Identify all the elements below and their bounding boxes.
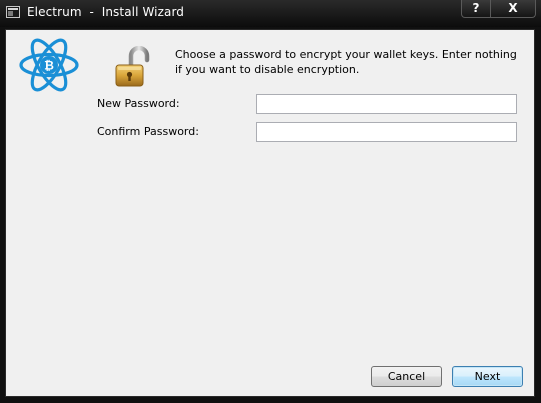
help-button[interactable]: ? (461, 0, 491, 18)
next-button[interactable]: Next (452, 366, 523, 387)
title-bar[interactable]: Electrum - Install Wizard ? X (0, 0, 541, 27)
install-wizard-window: Electrum - Install Wizard ? X ₿ Choose a… (0, 0, 541, 403)
app-icon[interactable] (6, 6, 20, 18)
new-password-field[interactable] (256, 94, 517, 114)
instruction-message: Choose a password to encrypt your wallet… (175, 48, 517, 76)
close-button[interactable]: X (491, 0, 536, 18)
window-title: Electrum - Install Wizard (27, 5, 184, 19)
svg-text:₿: ₿ (44, 59, 54, 73)
confirm-password-label: Confirm Password: (97, 125, 199, 138)
new-password-label: New Password: (97, 97, 180, 110)
cancel-button[interactable]: Cancel (371, 366, 442, 387)
confirm-password-field[interactable] (256, 122, 517, 142)
wizard-content: ₿ Choose a password to encrypt your wall… (5, 29, 535, 397)
padlock-open-icon (115, 46, 150, 87)
electrum-logo-icon: ₿ (19, 38, 79, 92)
